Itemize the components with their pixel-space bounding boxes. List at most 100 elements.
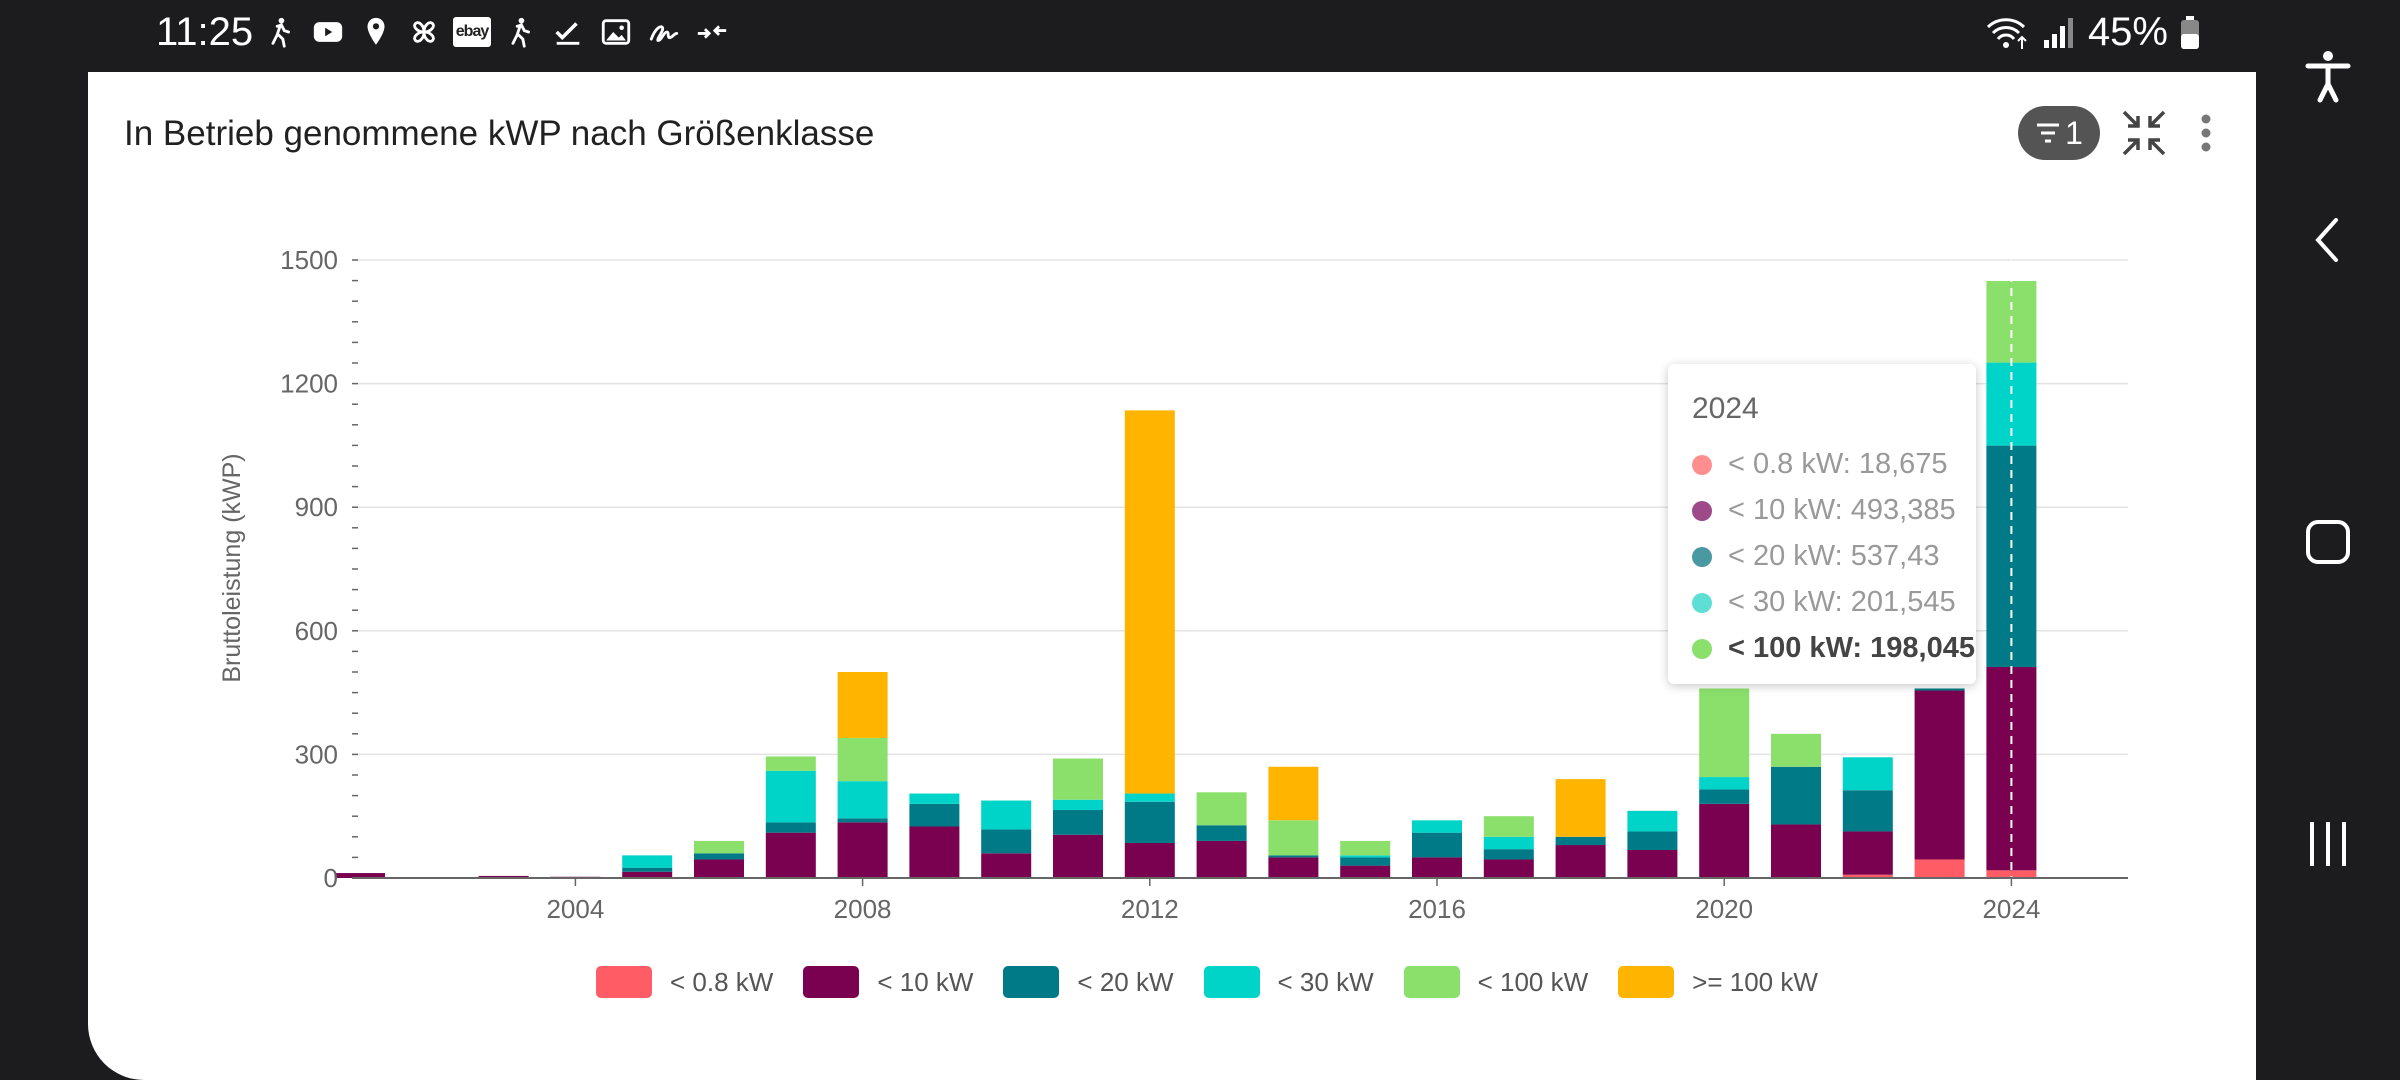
bar-segment[interactable]	[1053, 758, 1103, 800]
y-tick-label: 900	[295, 492, 338, 522]
bar-segment[interactable]	[1124, 801, 1175, 843]
bar-segment[interactable]	[909, 793, 960, 804]
bar-segment[interactable]	[981, 853, 1032, 878]
bar-segment[interactable]	[1483, 859, 1534, 878]
bar-segment[interactable]	[1268, 766, 1319, 821]
tooltip-row: < 20 kW: 537,43	[1692, 540, 1939, 573]
bar-segment[interactable]	[694, 859, 744, 878]
bar-segment[interactable]	[1196, 825, 1247, 841]
bar-segment[interactable]	[1340, 865, 1391, 878]
tooltip-row: < 30 kW: 201,545	[1692, 586, 1956, 619]
tooltip-title: 2024	[1692, 392, 1759, 425]
home-icon	[2306, 520, 2350, 564]
recents-button[interactable]	[2292, 808, 2364, 880]
bar-segment[interactable]	[1914, 690, 1965, 860]
bar-segment[interactable]	[694, 853, 744, 860]
image-icon	[598, 14, 634, 50]
bar-segment[interactable]	[837, 822, 888, 878]
y-tick-label: 1500	[280, 245, 338, 275]
bar-segment[interactable]	[1483, 836, 1534, 850]
y-tick-label: 600	[295, 616, 338, 646]
back-button[interactable]	[2292, 204, 2364, 276]
signal-icon	[2043, 17, 2073, 48]
bar-segment[interactable]	[1842, 757, 1893, 791]
legend-label: >= 100 kW	[1692, 966, 1818, 997]
bar-segment[interactable]	[1699, 688, 1750, 778]
bar-segment[interactable]	[1627, 849, 1678, 878]
bar-segment[interactable]	[837, 672, 888, 738]
bar-segment[interactable]	[1771, 733, 1821, 767]
youtube-icon	[310, 14, 346, 50]
legend-item-lt100[interactable]: < 100 kW	[1403, 966, 1588, 998]
bar-segment[interactable]	[1124, 793, 1175, 802]
legend-label: < 10 kW	[877, 966, 974, 997]
bar-segment[interactable]	[1914, 859, 1965, 878]
bar-segment[interactable]	[837, 818, 888, 823]
home-button[interactable]	[2292, 506, 2364, 578]
bar-segment[interactable]	[1771, 766, 1821, 825]
bar-segment[interactable]	[1340, 855, 1391, 858]
legend-item-ge100[interactable]: >= 100 kW	[1618, 966, 1818, 998]
bar-segment[interactable]	[909, 803, 960, 827]
tooltip-row-text: < 20 kW: 537,43	[1728, 540, 1940, 572]
bar-segment[interactable]	[1268, 857, 1319, 878]
location-icon	[358, 14, 394, 50]
bar-segment[interactable]	[1771, 824, 1821, 878]
bar-segment[interactable]	[1842, 790, 1893, 832]
bar-segment[interactable]	[1627, 831, 1678, 850]
bar-segment[interactable]	[1914, 688, 1965, 691]
bar-segment[interactable]	[909, 826, 960, 879]
bar-segment[interactable]	[1555, 779, 1606, 837]
bar-segment[interactable]	[1842, 831, 1893, 875]
bar-segment[interactable]	[765, 756, 816, 771]
bar-segment[interactable]	[981, 800, 1032, 830]
accessibility-button[interactable]	[2292, 40, 2364, 112]
bar-segment[interactable]	[1412, 857, 1462, 878]
bar-segment[interactable]	[1124, 410, 1175, 794]
bar-segment[interactable]	[1555, 836, 1606, 846]
bar-segment[interactable]	[1483, 816, 1534, 837]
legend-swatch	[596, 966, 652, 998]
bar-segment[interactable]	[1555, 845, 1606, 878]
chart-legend: < 0.8 kW < 10 kW < 20 kW < 30 kW < 100 k…	[596, 966, 1818, 998]
bar-segment[interactable]	[1412, 832, 1462, 858]
bar-segment[interactable]	[1627, 810, 1678, 832]
bar-segment[interactable]	[1268, 820, 1319, 856]
legend-item-lt08[interactable]: < 0.8 kW	[596, 966, 773, 998]
bar-segment[interactable]	[1340, 840, 1391, 856]
bar-segment[interactable]	[1699, 777, 1750, 790]
navigation-bar	[2256, 0, 2400, 1080]
legend-item-lt10[interactable]: < 10 kW	[803, 966, 973, 998]
bar-segment[interactable]	[837, 781, 888, 819]
bar-segment[interactable]	[1699, 789, 1750, 804]
bar-segment[interactable]	[765, 822, 816, 833]
bar-segment[interactable]	[1483, 849, 1534, 860]
bar-segment[interactable]	[1412, 820, 1462, 833]
legend-item-lt20[interactable]: < 20 kW	[1003, 966, 1174, 998]
bar-segment[interactable]	[622, 855, 673, 868]
bar-segment[interactable]	[1196, 792, 1247, 826]
bar-segment[interactable]	[1053, 834, 1103, 878]
bar-segment[interactable]	[1196, 840, 1247, 878]
legend-item-lt30[interactable]: < 30 kW	[1203, 966, 1374, 998]
bar-segment[interactable]	[1053, 810, 1103, 835]
legend-label: < 20 kW	[1077, 966, 1174, 997]
legend-swatch	[1403, 966, 1460, 998]
bar-segment[interactable]	[1053, 799, 1103, 811]
y-tick-label: 300	[295, 739, 338, 769]
walk-icon	[502, 14, 538, 50]
bar-segment[interactable]	[981, 829, 1032, 854]
pinwheel-icon	[406, 14, 442, 50]
bar-segment[interactable]	[694, 840, 744, 854]
status-time: 11:25	[156, 10, 254, 54]
bar-segment[interactable]	[622, 867, 673, 872]
bar-segment[interactable]	[1124, 842, 1175, 878]
bar-segment[interactable]	[1340, 857, 1391, 866]
bar-segment[interactable]	[765, 832, 816, 878]
bar-segment[interactable]	[837, 737, 888, 782]
bar-segment[interactable]	[765, 770, 816, 823]
legend-swatch	[1003, 966, 1060, 998]
bar-segment[interactable]	[1699, 803, 1750, 878]
y-tick-label: 1200	[280, 369, 338, 399]
bar-segment[interactable]	[1268, 855, 1319, 858]
